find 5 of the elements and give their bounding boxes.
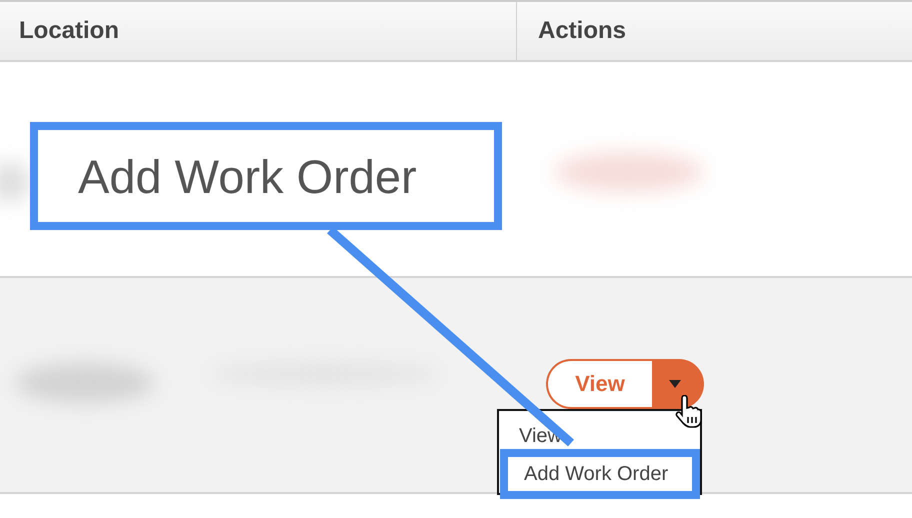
column-header: Location: [18, 16, 120, 46]
callout-box: Add Work Order: [30, 122, 502, 230]
caret-icon: [669, 380, 681, 388]
menu-item[interactable]: Add Work Order: [500, 449, 700, 499]
column-header: Actions: [516, 2, 912, 60]
